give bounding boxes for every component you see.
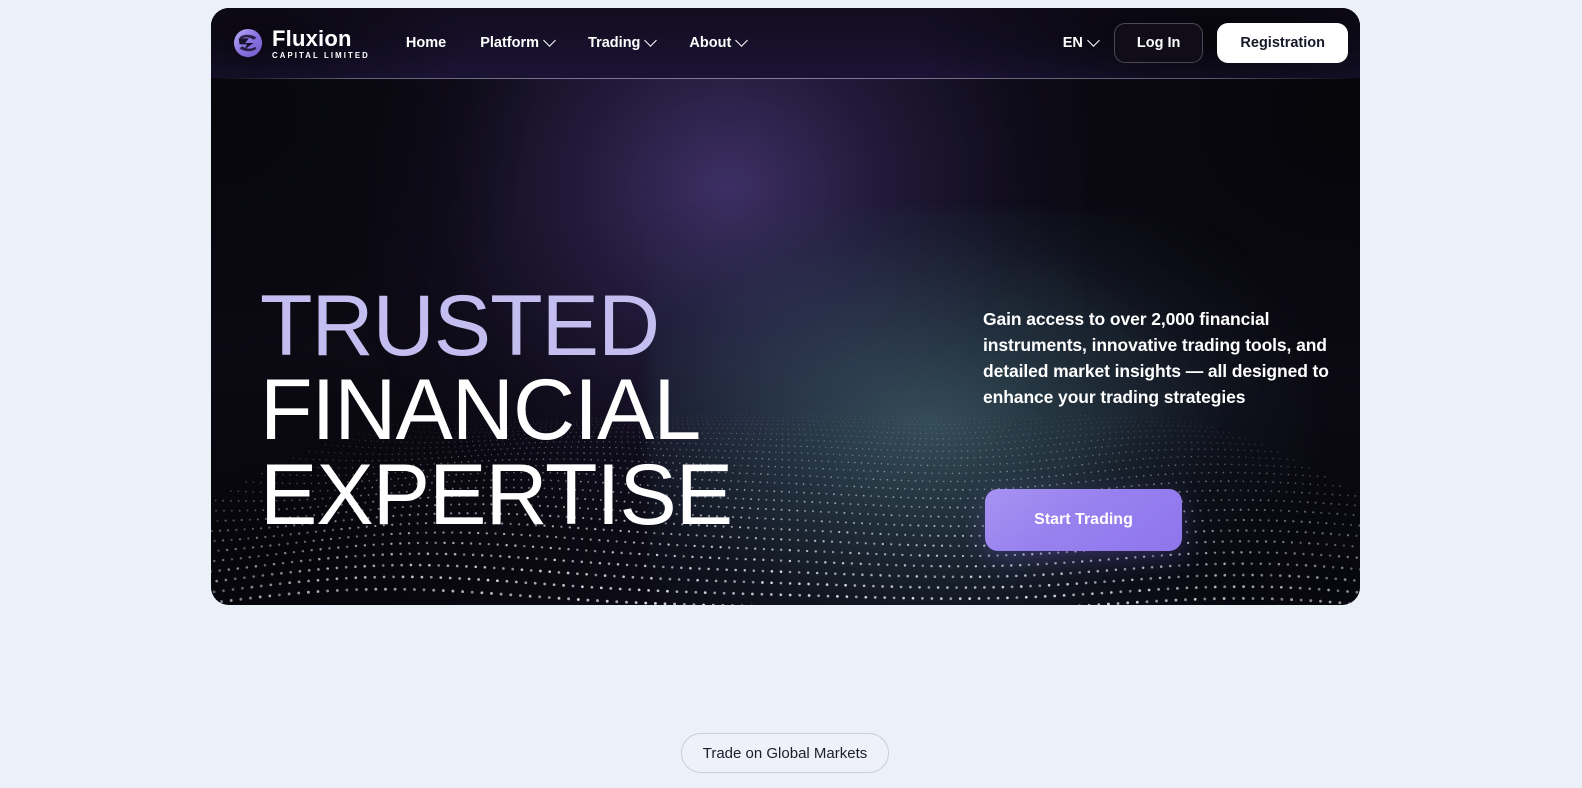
hero-headline-line3: EXPERTISE: [260, 446, 733, 543]
chevron-down-icon: [735, 33, 749, 47]
language-selector-label: EN: [1062, 35, 1083, 51]
nav-actions: EN Log In Registration: [1063, 23, 1348, 63]
hero-headline-line2: FINANCIAL: [260, 362, 701, 459]
logo[interactable]: Fluxion CAPITAL LIMITED: [233, 25, 370, 60]
chevron-down-icon: [543, 33, 556, 47]
nav-link-about[interactable]: About: [689, 33, 749, 51]
logo-word: Fluxion: [272, 25, 352, 51]
hero-headline: TRUSTED FINANCIAL EXPERTISE: [260, 278, 733, 543]
nav-link-trading[interactable]: Trading: [588, 33, 658, 51]
login-button[interactable]: Log In: [1113, 23, 1204, 63]
fluxion-swirl-logo-icon: [233, 28, 263, 58]
hero-headline-line1: TRUSTED: [260, 278, 660, 374]
nav-link-trading-label: Trading: [588, 35, 641, 51]
nav-link-home[interactable]: Home: [406, 35, 446, 51]
nav-divider: [221, 78, 1350, 79]
nav-link-about-label: About: [689, 35, 732, 51]
hero-section: Fluxion CAPITAL LIMITED Home Platform Tr…: [211, 8, 1360, 605]
chevron-down-icon: [1087, 33, 1100, 47]
nav-link-home-label: Home: [405, 35, 447, 51]
logo-text: Fluxion CAPITAL LIMITED: [272, 25, 370, 60]
chevron-down-icon: [644, 33, 658, 47]
logo-subtitle: CAPITAL LIMITED: [272, 50, 370, 60]
nav-link-platform[interactable]: Platform: [480, 33, 556, 51]
language-selector[interactable]: EN: [1062, 33, 1100, 51]
main-navigation: Fluxion CAPITAL LIMITED Home Platform Tr…: [211, 8, 1360, 78]
nav-link-platform-label: Platform: [480, 35, 540, 51]
registration-button[interactable]: Registration: [1217, 23, 1348, 63]
start-trading-button[interactable]: Start Trading: [985, 489, 1182, 551]
nav-links: Home Platform Trading About: [406, 33, 749, 51]
hero-paragraph: Gain access to over 2,000 financial inst…: [983, 309, 1329, 407]
trade-on-global-markets-pill[interactable]: Trade on Global Markets: [681, 733, 889, 773]
hero-content: TRUSTED FINANCIAL EXPERTISE Gain access …: [211, 8, 1360, 605]
